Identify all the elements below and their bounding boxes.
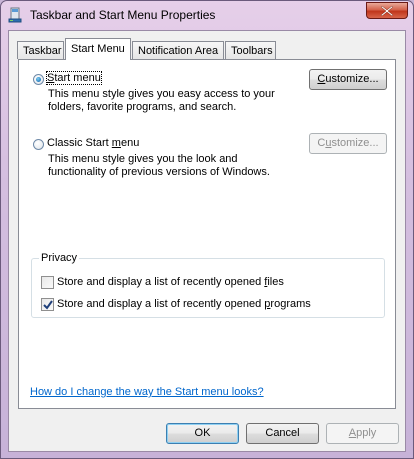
privacy-group-title: Privacy — [39, 252, 80, 264]
window-title: Taskbar and Start Menu Properties — [30, 8, 216, 22]
close-button[interactable] — [366, 2, 408, 19]
taskbar-properties-icon — [8, 7, 22, 23]
customize-start-menu-button[interactable]: Customize... — [309, 69, 387, 90]
tab-label: Start Menu — [71, 43, 125, 55]
classic-start-menu-label[interactable]: Classic Start menu — [47, 137, 139, 149]
apply-button[interactable]: Apply — [326, 423, 399, 444]
recent-programs-label[interactable]: Store and display a list of recently ope… — [57, 298, 311, 310]
privacy-group: Privacy Store and display a list of rece… — [31, 252, 385, 318]
recent-programs-checkbox[interactable] — [41, 298, 54, 311]
tab-taskbar[interactable]: Taskbar — [17, 41, 64, 59]
checkmark-icon — [43, 300, 53, 310]
recent-files-label[interactable]: Store and display a list of recently ope… — [57, 276, 284, 288]
classic-start-menu-description: This menu style gives you the look and f… — [48, 153, 270, 178]
start-menu-radio[interactable] — [33, 74, 44, 85]
recent-files-checkbox[interactable] — [41, 276, 54, 289]
tab-start-menu[interactable]: Start Menu — [65, 38, 131, 60]
tab-label: Notification Area — [138, 45, 219, 57]
tab-notification-area[interactable]: Notification Area — [132, 41, 224, 59]
title-bar[interactable]: Taskbar and Start Menu Properties — [1, 1, 413, 29]
cancel-button[interactable]: Cancel — [246, 423, 319, 444]
start-menu-description: This menu style gives you easy access to… — [48, 88, 275, 113]
customize-classic-button[interactable]: Customize... — [309, 133, 387, 154]
dialog-client: Taskbar Start Menu Notification Area Too… — [8, 30, 406, 452]
tab-toolbars[interactable]: Toolbars — [225, 41, 276, 59]
tab-label: Toolbars — [231, 45, 273, 57]
classic-start-menu-radio[interactable] — [33, 139, 44, 150]
help-link[interactable]: How do I change the way the Start menu l… — [30, 386, 264, 398]
ok-button[interactable]: OK — [166, 423, 239, 444]
tab-label: Taskbar — [23, 45, 62, 57]
properties-window: Taskbar and Start Menu Properties Taskba… — [0, 0, 414, 459]
start-menu-panel: Start menu This menu style gives you eas… — [18, 59, 396, 409]
close-icon — [381, 6, 393, 16]
start-menu-label[interactable]: Start menu — [46, 71, 102, 85]
